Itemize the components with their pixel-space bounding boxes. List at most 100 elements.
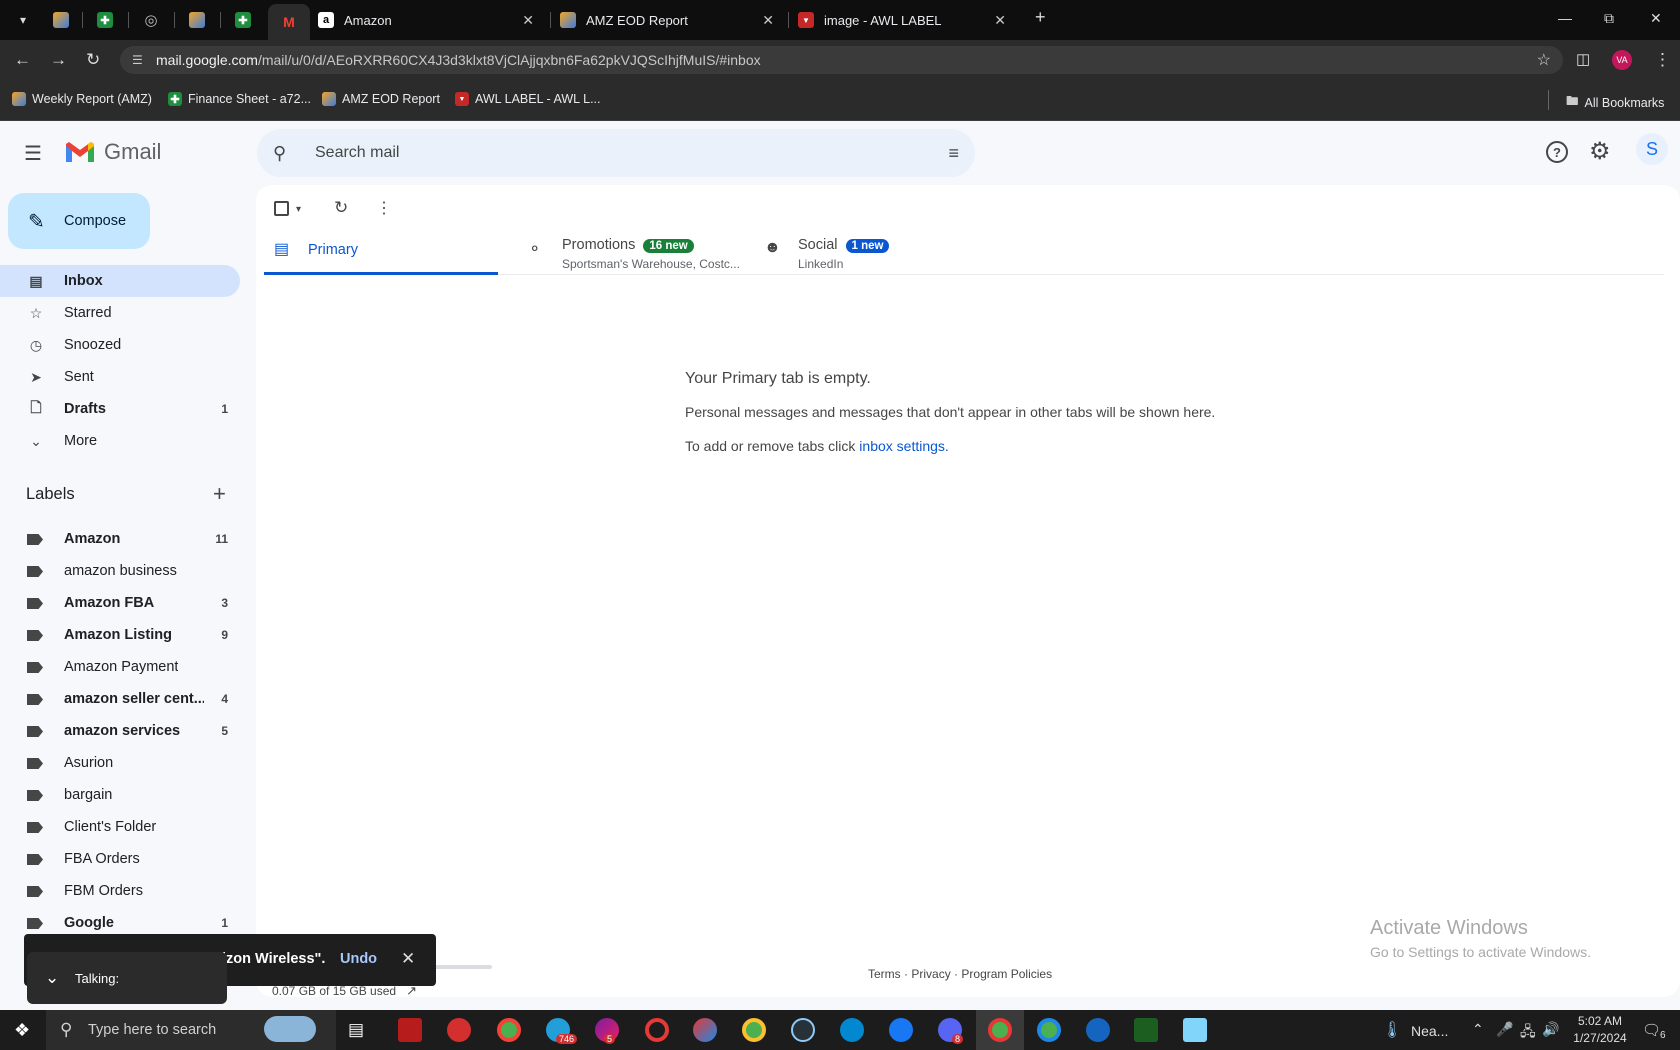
- back-arrow-icon[interactable]: ←: [14, 50, 31, 70]
- label-item[interactable]: amazon seller cent... 4: [0, 683, 240, 715]
- volume-icon[interactable]: 🔊: [1542, 1021, 1559, 1038]
- bookmark-finance-sheet[interactable]: ✚ Finance Sheet - a72...: [168, 92, 311, 106]
- url-bar[interactable]: ☰ mail.google.com/mail/u/0/d/AEoRXRR60CX…: [120, 46, 1563, 74]
- label-item[interactable]: Asurion: [0, 747, 240, 779]
- terms-link[interactable]: Terms: [868, 967, 901, 981]
- weather-text[interactable]: Nea...: [1411, 1023, 1448, 1039]
- sidebar-item-snoozed[interactable]: ◷ Snoozed: [0, 329, 240, 361]
- label-item[interactable]: Amazon 11: [0, 523, 240, 555]
- restore-button[interactable]: ⧉: [1604, 10, 1614, 27]
- inbox-settings-link[interactable]: inbox settings.: [859, 438, 949, 454]
- facebook-icon[interactable]: [889, 1018, 913, 1042]
- create-label-button[interactable]: +: [213, 481, 226, 507]
- app-icon-red-circle[interactable]: [447, 1018, 471, 1042]
- gmail-logo[interactable]: Gmail: [64, 139, 161, 165]
- notepad-icon[interactable]: [1183, 1018, 1207, 1042]
- reload-icon[interactable]: ↻: [86, 50, 100, 70]
- clock[interactable]: 5:02 AM 1/27/2024: [1570, 1014, 1630, 1045]
- microphone-icon[interactable]: 🎤: [1496, 1021, 1513, 1038]
- bookmark-weekly-report[interactable]: Weekly Report (AMZ): [12, 92, 152, 106]
- label-item[interactable]: Amazon FBA 3: [0, 587, 240, 619]
- pinned-tab-sheets-2[interactable]: ✚: [226, 5, 260, 35]
- pinned-tab-globe[interactable]: ◎: [134, 5, 168, 35]
- label-item[interactable]: FBA Orders: [0, 843, 240, 875]
- privacy-link[interactable]: Privacy: [911, 967, 950, 981]
- program-policies-link[interactable]: Program Policies: [961, 967, 1052, 981]
- select-all-checkbox[interactable]: [274, 201, 289, 216]
- tab-promotions[interactable]: ⚬ Promotions 16 new Sportsman's Warehouse…: [518, 225, 752, 275]
- tab-gmail-active[interactable]: M: [268, 4, 310, 40]
- skype-icon[interactable]: [840, 1018, 864, 1042]
- tab-awl-label[interactable]: ▼ image - AWL LABEL ✕: [798, 5, 1018, 35]
- account-avatar[interactable]: S: [1636, 133, 1668, 165]
- help-icon[interactable]: ?: [1546, 141, 1568, 163]
- label-item[interactable]: amazon services 5: [0, 715, 240, 747]
- main-menu-icon[interactable]: ☰: [24, 141, 42, 166]
- task-view-icon[interactable]: ▤: [348, 1020, 372, 1044]
- tab-amz-eod-report[interactable]: AMZ EOD Report ✕: [560, 5, 786, 35]
- chrome-icon[interactable]: [1037, 1018, 1061, 1042]
- tab-primary[interactable]: ▤ Primary: [264, 225, 498, 275]
- tab-social[interactable]: ☻ Social 1 new LinkedIn: [754, 225, 988, 275]
- windows-start-icon[interactable]: ❖: [14, 1020, 30, 1041]
- refresh-icon[interactable]: ↻: [334, 198, 348, 218]
- label-item[interactable]: Amazon Payment: [0, 651, 240, 683]
- select-dropdown-icon[interactable]: ▾: [296, 204, 301, 215]
- tab-search-button[interactable]: ▾: [6, 5, 40, 35]
- label-item[interactable]: bargain: [0, 779, 240, 811]
- pinned-tab-zapier[interactable]: [44, 5, 78, 35]
- tray-chevron-icon[interactable]: ⌃: [1472, 1021, 1484, 1038]
- close-icon[interactable]: ✕: [522, 12, 534, 29]
- sidebar-item-drafts[interactable]: 🗋 Drafts 1: [0, 393, 240, 425]
- sidebar-item-inbox[interactable]: ▤ Inbox: [0, 265, 240, 297]
- side-panel-icon[interactable]: ◫: [1576, 50, 1590, 68]
- clock-app-icon[interactable]: [791, 1018, 815, 1042]
- window-close-button[interactable]: ✕: [1650, 10, 1662, 27]
- label-item[interactable]: amazon business: [0, 555, 240, 587]
- taskbar-search-input[interactable]: ⚲ Type here to search: [46, 1010, 336, 1050]
- chrome-icon[interactable]: [742, 1018, 766, 1042]
- all-bookmarks[interactable]: 🖿 All Bookmarks: [1566, 92, 1664, 113]
- search-icon[interactable]: ⚲: [273, 143, 286, 164]
- search-options-icon[interactable]: ≡: [948, 143, 959, 164]
- close-icon[interactable]: ✕: [762, 12, 774, 29]
- more-actions-icon[interactable]: ⋮: [376, 198, 392, 218]
- search-input[interactable]: ⚲ Search mail ≡: [257, 129, 975, 177]
- label-item[interactable]: Client's Folder: [0, 811, 240, 843]
- pinned-tab-zapier-2[interactable]: [180, 5, 214, 35]
- chrome-icon[interactable]: [497, 1018, 521, 1042]
- bookmark-amz-eod[interactable]: AMZ EOD Report: [322, 92, 440, 106]
- zoom-icon[interactable]: [1086, 1018, 1110, 1042]
- talking-panel[interactable]: ⌄ Talking:: [27, 952, 227, 1004]
- chrome-icon[interactable]: [988, 1018, 1012, 1042]
- undo-button[interactable]: Undo: [340, 951, 377, 967]
- close-icon[interactable]: ✕: [994, 12, 1006, 29]
- site-info-icon[interactable]: ☰: [132, 53, 143, 67]
- pinned-tab-sheets[interactable]: ✚: [88, 5, 122, 35]
- bookmark-awl-label[interactable]: ▼ AWL LABEL - AWL L...: [455, 92, 601, 106]
- forward-arrow-icon[interactable]: →: [50, 50, 67, 70]
- sidebar-item-starred[interactable]: ☆ Starred: [0, 297, 240, 329]
- label-item[interactable]: Amazon Listing 9: [0, 619, 240, 651]
- star-icon[interactable]: ☆: [1537, 50, 1551, 70]
- new-tab-button[interactable]: +: [1035, 7, 1046, 28]
- sidebar-item-sent[interactable]: ➤ Sent: [0, 361, 240, 393]
- label-item[interactable]: FBM Orders: [0, 875, 240, 907]
- label-icon: [27, 918, 43, 929]
- close-icon[interactable]: ✕: [401, 949, 415, 969]
- excel-icon[interactable]: [1134, 1018, 1158, 1042]
- notification-icon[interactable]: 🗨: [1642, 1021, 1661, 1039]
- profile-avatar[interactable]: VA: [1612, 50, 1632, 70]
- kebab-menu-icon[interactable]: ⋮: [1654, 50, 1671, 70]
- label-name: Amazon: [64, 531, 121, 547]
- weather-icon[interactable]: 🌡: [1382, 1020, 1402, 1040]
- tab-amazon[interactable]: a Amazon ✕: [318, 5, 546, 35]
- gear-icon[interactable]: ⚙: [1589, 137, 1611, 166]
- network-icon[interactable]: 🖧: [1520, 1021, 1536, 1045]
- minimize-button[interactable]: —: [1558, 10, 1572, 26]
- opera-icon[interactable]: [645, 1018, 669, 1042]
- app-icon-colorful[interactable]: [693, 1018, 717, 1042]
- compose-button[interactable]: ✎ Compose: [8, 193, 150, 249]
- sidebar-item-more[interactable]: ⌄ More: [0, 425, 240, 457]
- app-icon-reversing[interactable]: [398, 1018, 422, 1042]
